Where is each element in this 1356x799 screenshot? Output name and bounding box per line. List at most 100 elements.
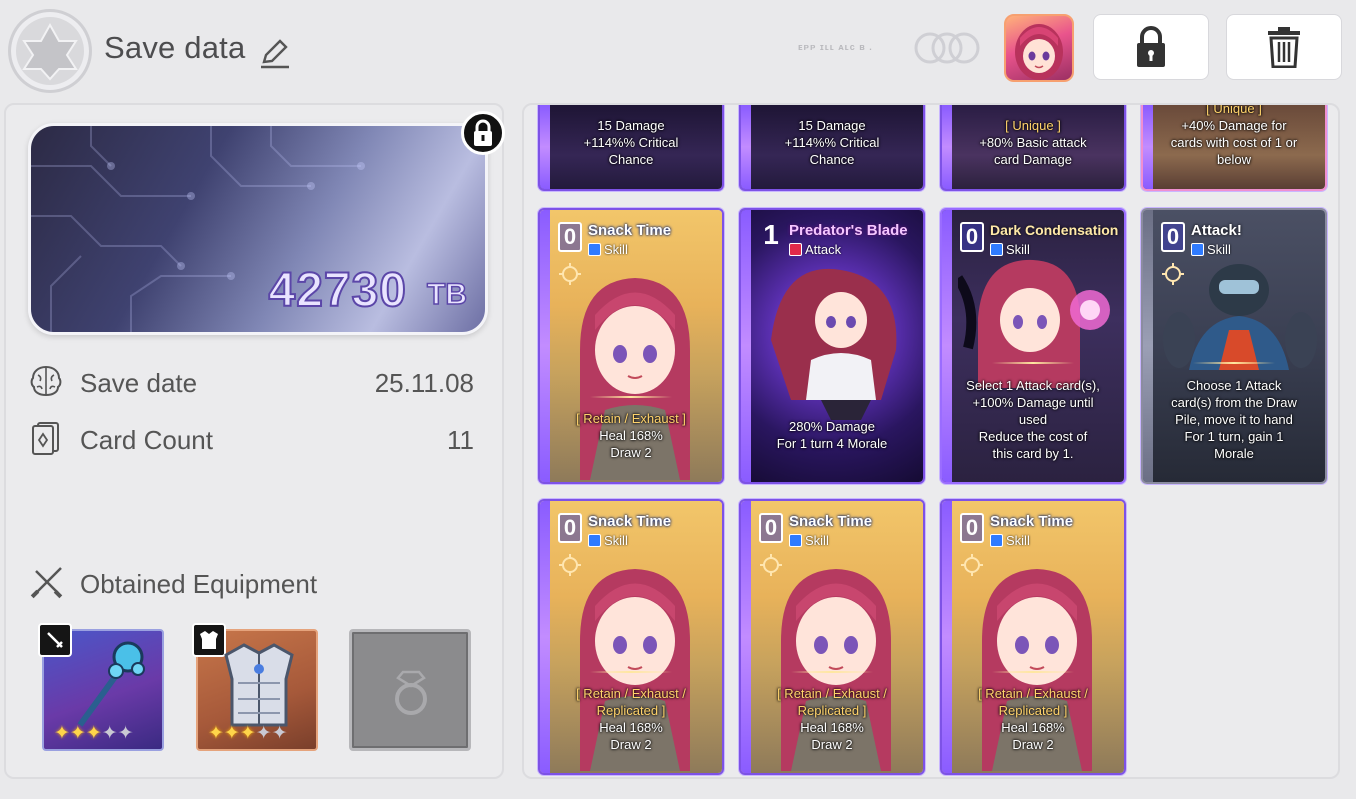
circuit-pattern — [31, 126, 365, 332]
card-top-4[interactable]: [ Unique ] +40% Damage for cards with co… — [1141, 105, 1327, 191]
save-date-row: Save date 25.11.08 — [28, 361, 484, 401]
desc-line: Draw 2 — [610, 445, 652, 460]
card-snack-time[interactable]: 0 Snack Time Skill [ Retain / Exhaust ] … — [538, 208, 724, 484]
card-count-row: Card Count 11 — [28, 418, 484, 458]
avatar[interactable] — [1004, 14, 1074, 82]
card-description: 280% Damage For 1 turn 4 Morale — [747, 418, 917, 452]
target-icon — [559, 554, 581, 576]
rings-icon — [914, 32, 980, 64]
card-type: Skill — [588, 242, 628, 257]
staff-art — [77, 641, 145, 727]
card-name: Snack Time — [588, 222, 672, 239]
desc-line: Replicated ] — [797, 703, 867, 718]
desc-line: [ Retain / Exhaust / — [777, 686, 887, 701]
card-description: Choose 1 Attack card(s) from the Draw Pi… — [1149, 377, 1319, 462]
weapon-slot[interactable]: ✦✦✦✦✦ — [38, 623, 164, 751]
hexagram-emblem-icon — [8, 9, 92, 93]
ring-icon — [395, 670, 427, 715]
lock-badge[interactable] — [461, 111, 505, 155]
desc-line: +114%% Critical — [784, 135, 880, 150]
lock-icon — [474, 119, 492, 146]
desc-line: For 1 turn, gain 1 — [1184, 429, 1284, 444]
card-cost: 0 — [759, 513, 783, 543]
card-type: Skill — [588, 533, 628, 548]
card-snack-time-replicated[interactable]: 0 Snack Time Skill [ Retain / Exhaust / … — [739, 499, 925, 775]
weapon-stars: ✦✦✦✦✦ — [54, 723, 134, 744]
desc-line: [ Unique ] — [1206, 105, 1262, 116]
pencil-icon[interactable] — [258, 36, 292, 70]
card-cost: 0 — [960, 222, 984, 252]
card-type-label: Skill — [805, 533, 829, 548]
desc-line: Heal 168% — [599, 720, 663, 735]
target-icon — [760, 554, 782, 576]
card-attack[interactable]: 0 Attack! Skill Choose 1 Attack card(s) … — [1141, 208, 1327, 484]
card-top-3[interactable]: [ Unique ] +80% Basic attack card Damage — [940, 105, 1126, 191]
desc-line: 280% Damage — [789, 419, 875, 434]
deck-panel: 15 Damage +114%% Critical Chance 15 Dama… — [522, 103, 1340, 779]
delete-button[interactable] — [1226, 14, 1342, 80]
card-count-value: 11 — [447, 425, 474, 455]
card-top-1[interactable]: 15 Damage +114%% Critical Chance — [538, 105, 724, 191]
attack-icon — [789, 243, 802, 256]
page-title: Save data — [104, 30, 246, 65]
equipment-heading: Obtained Equipment — [28, 563, 428, 603]
desc-line: Heal 168% — [599, 428, 663, 443]
lock-button[interactable] — [1093, 14, 1209, 80]
desc-line: this card by 1. — [992, 446, 1074, 461]
desc-line: [ Retain / Exhaust ] — [576, 411, 686, 426]
save-date-value: 25.11.08 — [374, 368, 474, 398]
desc-line: Draw 2 — [811, 737, 853, 752]
card-name: Predator's Blade — [789, 222, 908, 239]
card-type: Skill — [990, 242, 1030, 257]
card-cost: 0 — [960, 513, 984, 543]
card-description: [ Unique ] +80% Basic attack card Damage — [948, 117, 1118, 168]
card-description: Select 1 Attack card(s), +100% Damage un… — [948, 377, 1118, 462]
card-cost: 0 — [1161, 222, 1185, 252]
desc-line: Replicated ] — [596, 703, 666, 718]
desc-line: Select 1 Attack card(s), — [966, 378, 1100, 393]
card-description: [ Retain / Exhaust / Replicated ] Heal 1… — [747, 685, 917, 753]
desc-line: +100% Damage until — [972, 395, 1094, 410]
card-dark-condensation[interactable]: 0 Dark Condensation Skill Select 1 Attac… — [940, 208, 1126, 484]
card-type-label: Skill — [1006, 533, 1030, 548]
skill-icon — [588, 243, 601, 256]
desc-line: +80% Basic attack — [979, 135, 1087, 150]
skill-icon — [990, 534, 1003, 547]
desc-line: card Damage — [993, 152, 1073, 167]
equipment-title: Obtained Equipment — [80, 569, 318, 599]
desc-line: +40% Damage for — [1181, 118, 1287, 133]
desc-line: Replicated ] — [998, 703, 1068, 718]
card-predators-blade[interactable]: 1 Predator's Blade Attack 280% Damage Fo… — [739, 208, 925, 484]
card-description: 15 Damage +114%% Critical Chance — [546, 117, 716, 168]
card-type-label: Skill — [1006, 242, 1030, 257]
skill-icon — [789, 534, 802, 547]
armor-art — [224, 643, 294, 727]
card-cost: 0 — [558, 513, 582, 543]
desc-line: used — [1018, 412, 1048, 427]
trash-icon — [1268, 27, 1300, 68]
desc-line: [ Retain / Exhaust / — [978, 686, 1088, 701]
card-type: Skill — [990, 533, 1030, 548]
card-description: [ Retain / Exhaust / Replicated ] Heal 1… — [546, 685, 716, 753]
character-art — [771, 268, 897, 420]
save-info-panel: 42730 TB Save date 25.11.08 Card Count 1… — [4, 103, 505, 779]
sparkle-divider — [992, 671, 1074, 673]
card-description: 15 Damage +114%% Critical Chance — [747, 117, 917, 168]
sparkle-divider — [992, 362, 1074, 364]
card-snack-time-replicated[interactable]: 0 Snack Time Skill [ Retain / Exhaust / … — [538, 499, 724, 775]
accessory-slot[interactable] — [349, 629, 471, 751]
currency-unit: TB — [426, 277, 468, 312]
card-top-2[interactable]: 15 Damage +114%% Critical Chance — [739, 105, 925, 191]
header: Save data ᴇᴘᴘ ɪʟʟ ᴀʟᴄ ʙ . — [0, 0, 1356, 100]
target-icon — [559, 263, 581, 285]
skill-icon — [990, 243, 1003, 256]
card-count-label: Card Count — [80, 425, 213, 455]
card-description: [ Unique ] +40% Damage for cards with co… — [1149, 105, 1319, 168]
card-snack-time-replicated[interactable]: 0 Snack Time Skill [ Retain / Exhaust / … — [940, 499, 1126, 775]
skill-icon — [1191, 243, 1204, 256]
desc-line: [ Unique ] — [1005, 118, 1061, 133]
armor-slot[interactable]: ✦✦✦✦✦ — [192, 623, 318, 751]
desc-line: below — [1217, 152, 1251, 167]
crossed-weapons-icon — [30, 567, 63, 599]
desc-line: Reduce the cost of — [978, 429, 1088, 444]
